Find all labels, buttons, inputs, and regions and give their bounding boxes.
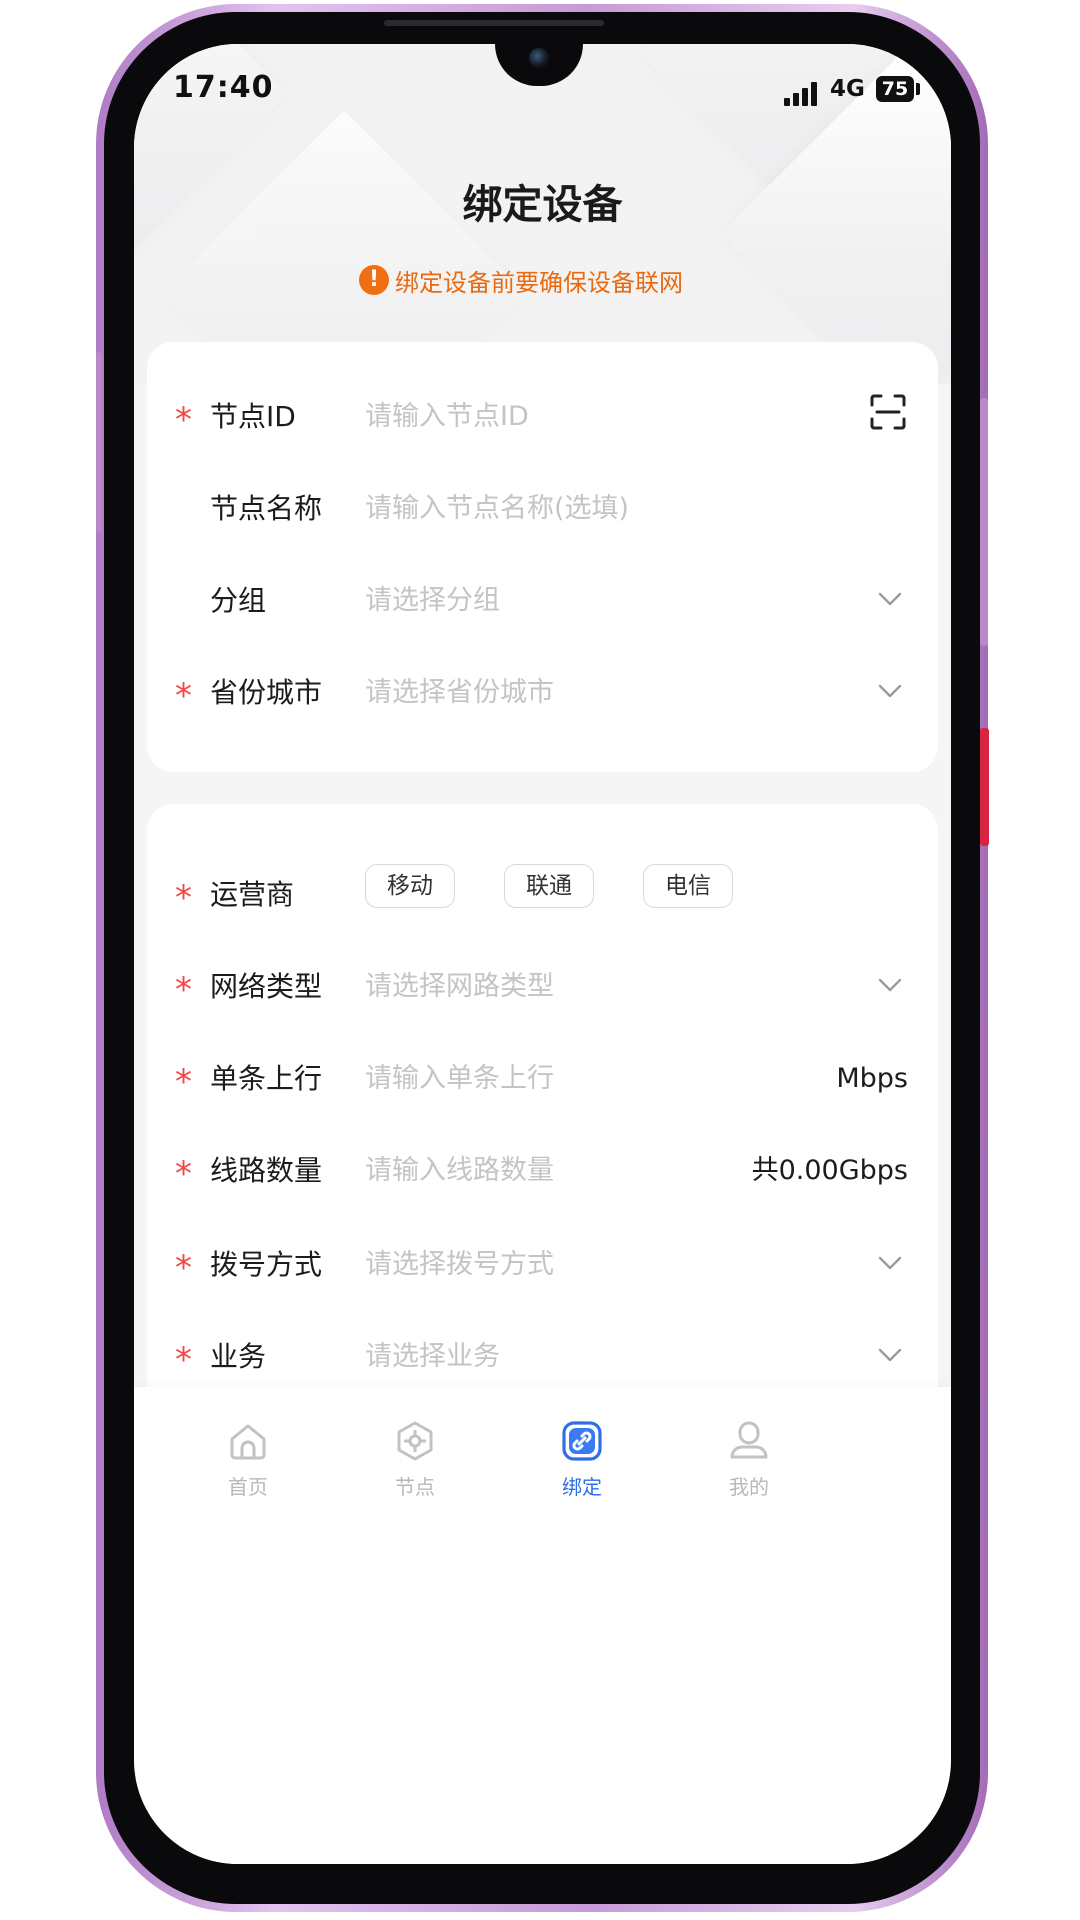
tab-mine[interactable]: 我的: [689, 1419, 809, 1509]
carrier-option-unicom[interactable]: 联通: [504, 864, 594, 908]
scan-icon[interactable]: [870, 394, 906, 430]
tab-bind-label: 绑定: [562, 1475, 602, 1499]
home-indicator-area: [134, 1587, 951, 1864]
line-count-label: 线路数量: [210, 1154, 323, 1187]
network-type-label: 网络类型: [210, 970, 323, 1003]
bottom-tab-bar: 首页 节点 绑定 我的: [134, 1387, 951, 1587]
warning-text: 绑定设备前要确保设备联网: [395, 268, 683, 297]
volume-button: [980, 398, 988, 646]
required-mark: *: [175, 1340, 192, 1380]
front-camera-icon: [529, 48, 549, 68]
carrier-row: * 运营商 移动 联通 电信: [147, 856, 938, 936]
chevron-down-icon: [878, 1256, 902, 1270]
required-mark: *: [175, 676, 192, 716]
carrier-option-telecom[interactable]: 电信: [643, 864, 733, 908]
region-label: 省份城市: [210, 676, 323, 709]
bandwidth-total: 共0.00Gbps: [751, 1155, 908, 1186]
node-name-label: 节点名称: [210, 492, 323, 525]
business-label: 业务: [210, 1340, 267, 1373]
tab-home-label: 首页: [228, 1475, 268, 1499]
tab-bind[interactable]: 绑定: [522, 1419, 642, 1509]
network-type-row[interactable]: * 网络类型 请选择网路类型: [147, 948, 938, 1028]
tab-mine-label: 我的: [729, 1475, 769, 1499]
tab-home[interactable]: 首页: [188, 1419, 308, 1509]
dial-mode-row[interactable]: * 拨号方式 请选择拨号方式: [147, 1226, 938, 1306]
tab-node-label: 节点: [395, 1475, 435, 1499]
status-time: 17:40: [173, 70, 274, 105]
signal-icon: [784, 82, 820, 106]
uplink-unit: Mbps: [836, 1063, 908, 1094]
user-icon: [730, 1421, 768, 1459]
carrier-label: 运营商: [210, 878, 295, 911]
power-button: [980, 728, 989, 846]
line-count-input[interactable]: 请输入线路数量: [365, 1150, 554, 1192]
group-row[interactable]: 分组 请选择分组: [147, 562, 938, 642]
business-row[interactable]: * 业务 请选择业务: [147, 1318, 938, 1398]
tab-node[interactable]: 节点: [355, 1419, 475, 1509]
warning-banner: ! 绑定设备前要确保设备联网: [359, 262, 683, 298]
node-name-row[interactable]: 节点名称 请输入节点名称(选填): [147, 470, 938, 550]
required-mark: *: [175, 1062, 192, 1102]
phone-screen: 17:40 4G 75 绑定设备 ! 绑定设备前要确保设备联网 * 节点ID 请…: [134, 44, 951, 1864]
device-info-card: * 节点ID 请输入节点ID 节点名称 请输入节点名称(选填) 分组 请选择分组…: [147, 342, 938, 772]
uplink-label: 单条上行: [210, 1062, 323, 1095]
uplink-row[interactable]: * 单条上行 请输入单条上行 Mbps: [147, 1040, 938, 1120]
required-mark: *: [175, 1154, 192, 1194]
required-mark: *: [175, 970, 192, 1010]
group-select[interactable]: 请选择分组: [365, 580, 500, 622]
chevron-down-icon: [878, 1348, 902, 1362]
node-id-row[interactable]: * 节点ID 请输入节点ID: [147, 378, 938, 458]
dial-mode-select[interactable]: 请选择拨号方式: [365, 1244, 554, 1286]
required-mark: *: [175, 878, 192, 918]
region-row[interactable]: * 省份城市 请选择省份城市: [147, 654, 938, 734]
node-name-input[interactable]: 请输入节点名称(选填): [365, 488, 629, 530]
left-side-button: [96, 352, 102, 532]
home-icon: [230, 1424, 266, 1460]
line-count-row[interactable]: * 线路数量 请输入线路数量 共0.00Gbps: [147, 1132, 938, 1212]
chevron-down-icon: [878, 978, 902, 992]
network-info-card: * 运营商 移动 联通 电信 * 网络类型 请选择网路类型 * 单条上行 请输入…: [147, 804, 938, 1444]
page-title: 绑定设备: [462, 182, 623, 228]
node-id-label: 节点ID: [210, 400, 296, 433]
link-icon: [562, 1421, 602, 1461]
required-mark: *: [175, 1248, 192, 1288]
network-type: 4G: [830, 76, 865, 102]
dial-mode-label: 拨号方式: [210, 1248, 323, 1281]
chevron-down-icon: [878, 684, 902, 698]
carrier-option-mobile[interactable]: 移动: [365, 864, 455, 908]
required-mark: *: [175, 400, 192, 440]
business-select[interactable]: 请选择业务: [365, 1336, 500, 1378]
uplink-input[interactable]: 请输入单条上行: [365, 1058, 554, 1100]
region-select[interactable]: 请选择省份城市: [365, 672, 554, 714]
node-id-input[interactable]: 请输入节点ID: [365, 396, 529, 438]
node-icon: [397, 1421, 433, 1461]
network-type-select[interactable]: 请选择网路类型: [365, 966, 554, 1008]
battery-icon: 75: [876, 76, 914, 102]
warning-icon: !: [359, 265, 389, 295]
earpiece-speaker: [384, 20, 604, 26]
battery-tip: [916, 83, 920, 95]
chevron-down-icon: [878, 592, 902, 606]
group-label: 分组: [210, 584, 267, 617]
